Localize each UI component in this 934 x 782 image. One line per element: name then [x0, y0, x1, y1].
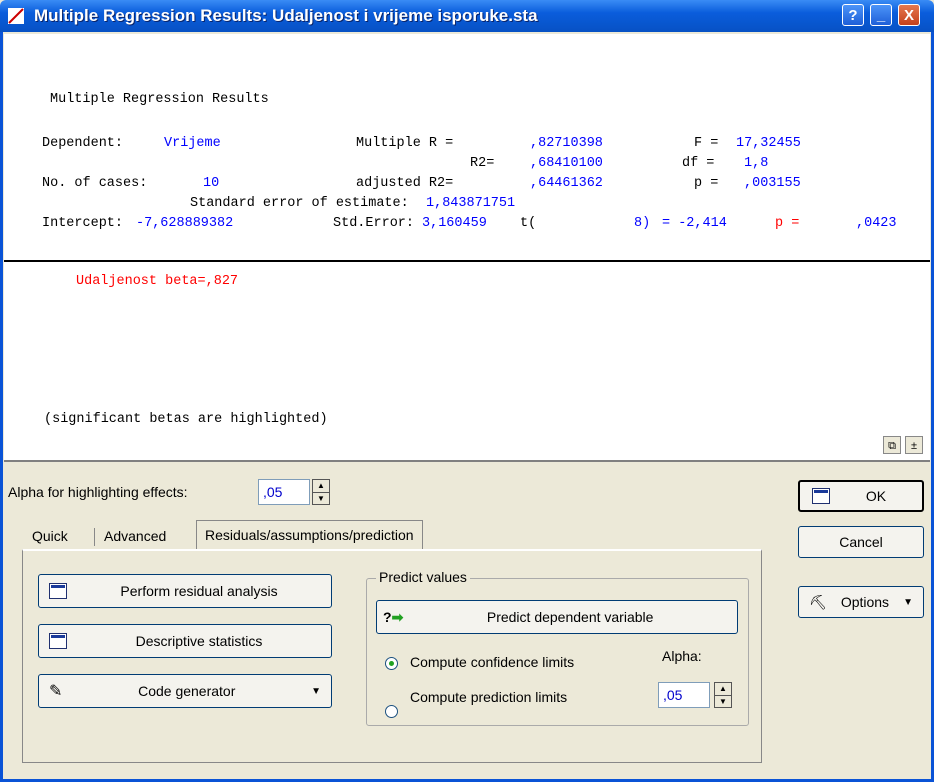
multiple-r-value: ,82710398: [530, 136, 603, 151]
grid-icon: [49, 633, 67, 649]
ok-button[interactable]: OK: [798, 480, 924, 512]
alpha-highlight-input[interactable]: ,05: [258, 479, 310, 505]
tab-advanced[interactable]: Advanced: [96, 522, 174, 550]
chevron-down-icon: ▼: [903, 596, 913, 608]
df-value: 1,8: [744, 156, 769, 171]
residual-analysis-button[interactable]: Perform residual analysis: [38, 574, 332, 608]
tab-residuals[interactable]: Residuals/assumptions/prediction: [196, 520, 423, 551]
tab-quick[interactable]: Quick: [24, 522, 76, 550]
r2-value: ,68410100: [530, 156, 603, 171]
std-err-est-value: 1,843871751: [426, 196, 516, 211]
predict-dependent-label: Predict dependent variable: [486, 609, 654, 625]
alpha-highlight-spinner[interactable]: ▲ ▼: [312, 479, 330, 505]
tab-divider: [94, 528, 95, 546]
alpha-spinner[interactable]: ▲ ▼: [714, 682, 732, 708]
results-separator: [4, 260, 930, 262]
close-button[interactable]: X: [898, 4, 920, 26]
predict-values-title: Predict values: [376, 569, 470, 585]
regression-icon: [8, 8, 24, 24]
residual-analysis-label: Perform residual analysis: [120, 583, 278, 599]
chevron-down-icon: ▼: [311, 685, 321, 697]
pencil-icon: ✎: [49, 683, 63, 700]
t-value: = -2,414: [662, 216, 727, 231]
confidence-radio[interactable]: [385, 657, 398, 670]
beta-line: Udaljenost beta=,827: [76, 274, 239, 289]
options-label: Options: [840, 594, 890, 610]
descriptive-stats-label: Descriptive statistics: [135, 633, 263, 649]
cancel-label: Cancel: [839, 534, 883, 550]
alpha-label: Alpha:: [662, 648, 702, 664]
adjusted-r2-label: adjusted R2=: [356, 176, 454, 191]
sort-icon[interactable]: ±: [905, 436, 923, 454]
confidence-label[interactable]: Compute confidence limits: [410, 654, 574, 670]
p-value: ,003155: [744, 176, 801, 191]
ok-label: OK: [865, 488, 887, 504]
std-err-est-label: Standard error of estimate:: [190, 196, 409, 211]
predict-dependent-button[interactable]: ?➡ Predict dependent variable: [376, 600, 738, 634]
minimize-button[interactable]: _: [870, 4, 892, 26]
grid-icon: [812, 488, 830, 504]
dependent-value: Vrijeme: [164, 136, 221, 151]
p2-value: ,0423: [856, 216, 897, 231]
cancel-button[interactable]: Cancel: [798, 526, 924, 558]
std-error-label: Std.Error:: [333, 216, 415, 231]
footnote: (significant betas are highlighted): [44, 412, 328, 427]
f-value: 17,32455: [736, 136, 801, 151]
options-button[interactable]: ⛏ Options ▼: [798, 586, 924, 618]
options-icon: ⛏: [809, 593, 827, 610]
p2-label: p =: [775, 216, 800, 231]
adjusted-r2-value: ,64461362: [530, 176, 603, 191]
question-arrow-icon: ?➡: [383, 608, 404, 625]
help-button[interactable]: ?: [842, 4, 864, 26]
alpha-highlight-label: Alpha for highlighting effects:: [8, 484, 188, 500]
prediction-radio[interactable]: [385, 705, 398, 718]
intercept-label: Intercept:: [42, 216, 124, 231]
std-error-value: 3,160459: [422, 216, 487, 231]
grid-icon: [49, 583, 67, 599]
df-label: df =: [682, 156, 715, 171]
r2-label: R2=: [470, 156, 495, 171]
prediction-label[interactable]: Compute prediction limits: [410, 689, 567, 705]
p-label: p =: [694, 176, 719, 191]
alpha-input[interactable]: ,05: [658, 682, 710, 708]
cases-label: No. of cases:: [42, 176, 148, 191]
copy-icon[interactable]: ⧉: [883, 436, 901, 454]
dependent-label: Dependent:: [42, 136, 124, 151]
t-df: 8): [634, 216, 651, 231]
window-title: Multiple Regression Results: Udaljenost …: [34, 6, 538, 25]
descriptive-stats-button[interactable]: Descriptive statistics: [38, 624, 332, 658]
t-label: t(: [520, 216, 537, 231]
code-generator-label: Code generator: [138, 683, 236, 699]
code-generator-button[interactable]: ✎ Code generator ▼: [38, 674, 332, 708]
multiple-r-label: Multiple R =: [356, 136, 454, 151]
f-label: F =: [694, 136, 719, 151]
results-heading: Multiple Regression Results: [50, 92, 269, 107]
intercept-value: -7,628889382: [136, 216, 234, 231]
cases-value: 10: [203, 176, 220, 191]
